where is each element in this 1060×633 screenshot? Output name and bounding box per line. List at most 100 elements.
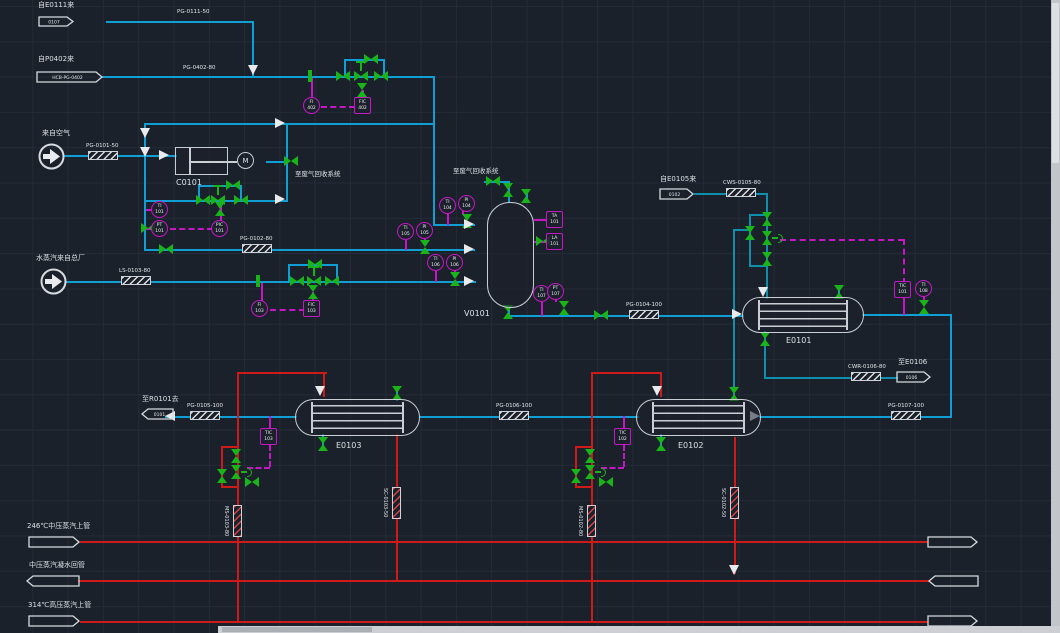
equipment-e0102-body [636,399,761,436]
instrument-number: 101 [155,210,164,215]
valve-icon [559,301,569,315]
steam-pipe-line [221,446,239,448]
offpage-connector: HCB-PG-0402 [36,71,103,83]
pipe-class-hatch-label [891,411,921,420]
process-pipe-line [106,21,253,23]
flow-arrow-icon [275,194,285,204]
valve-icon [450,272,460,286]
vertical-scrollbar-thumb[interactable] [1052,3,1059,163]
instrument-number: 106 [450,263,459,268]
valve-icon [245,477,259,487]
pipe-code-label: PG-0101-50 [86,143,119,149]
instrument-number: 101 [155,229,164,234]
valve-icon [308,259,322,269]
annotation-label: 至废气回收系统 [453,168,499,175]
instrument-number: 402 [358,106,367,111]
instrument-fic-103: FIC103 [303,300,320,317]
connector-label: 自P0402来 [38,56,74,64]
instrument-number: 101 [898,290,907,295]
instrument-number: 106 [431,263,440,268]
equipment-tag-e0102: E0102 [678,441,703,450]
instrument-tap-line [261,283,263,301]
valve-icon [364,54,378,64]
arrow-icon [43,149,60,164]
pipe-code-label: PG-0106-100 [496,403,532,409]
valve-icon [336,71,350,81]
instrument-tic-102: TIC102 [614,428,631,445]
instrument-ta-101: TA101 [546,211,563,228]
compressor-internal-line [189,161,228,163]
connector-outline [29,616,79,626]
process-pipe-line [749,214,751,267]
valve-icon [585,449,595,463]
offpage-connector [28,536,80,548]
flow-arrow-icon [140,128,150,138]
utility-connector-label: 水蒸汽来自总厂 [36,255,85,263]
pipe-class-hatch-label [190,411,220,420]
compressor-shaft-line [228,161,237,163]
valve-icon [374,71,388,81]
equipment-tag-e0103: E0103 [336,441,361,450]
process-pipe-line [165,416,297,418]
signal-dashed-line [321,106,355,108]
pipe-class-hatch-label [726,188,756,197]
equipment-tag-c0101: C0101 [176,178,202,187]
pipe-code-label: PG-0107-100 [888,403,924,409]
valve-icon [594,310,608,320]
valve-icon [290,276,304,286]
instrument-number: 105 [401,232,410,237]
pipe-class-hatch-label [121,276,151,285]
instrument-tap-line [541,302,543,316]
pipe-code-label: CWR-0106-80 [848,364,886,370]
connector-label: 246℃中压蒸汽上管 [27,523,90,531]
pipe-code-label: PG-0104-100 [626,302,662,308]
exchanger-tubesheet-line [402,402,404,433]
instrument-number: 103 [255,309,264,314]
horizontal-scrollbar-thumb[interactable] [222,627,372,632]
steam-pipe-line [221,486,239,488]
exchanger-tubesheet-line [743,402,745,433]
pipe-class-hatch-label [587,505,596,537]
process-pipe-line [433,76,435,226]
instrument-number: 101 [550,220,559,225]
motor-icon: M [237,152,254,169]
offpage-connector [28,615,80,627]
utility-connector-icon [38,143,65,170]
steam-pipe-line [591,372,593,623]
spec-break-icon [256,275,260,287]
valve-icon [486,176,500,186]
offpage-connector: 0101 [141,408,174,420]
pipe-code-label: MS-0102-80 [577,506,583,536]
valve-icon [420,240,430,254]
flow-arrow-icon [729,565,739,575]
signal-dashed-line [269,445,271,467]
instrument-tic-101: TIC101 [894,281,911,298]
pipe-code-label: PG-0111-50 [177,9,210,15]
flow-arrow-icon [315,386,325,396]
control-valve-icon [231,465,241,479]
instrument-tic-103: TIC103 [260,428,277,445]
instrument-number: 108 [919,289,928,294]
instrument-fic-402: FIC402 [354,97,371,114]
pid-canvas[interactable]: PG-0111-50PG-0402-80PG-0101-50PG-0102-80… [0,0,1060,633]
process-pipe-line [419,416,639,418]
valve-icon [357,83,367,97]
instrument-number: 105 [420,231,429,236]
connector-tag: 0107 [48,20,60,26]
steam-pipe-line [80,541,928,543]
connector-label: 中压蒸汽凝水回管 [29,562,85,570]
instrument-fi-402: FI402 [303,97,320,114]
pipe-code-label: MS-0103-80 [223,506,229,536]
pipe-class-hatch-label [499,411,529,420]
utility-connector-label: 来自空气 [42,130,70,138]
flow-arrow-icon [248,65,258,75]
instrument-ti-106: TI106 [427,254,444,271]
pipe-class-hatch-label [233,505,242,537]
signal-dashed-line [780,239,904,241]
valve-icon [308,285,318,299]
steam-pipe-line [591,372,662,374]
instrument-tap-line [435,271,437,282]
valve-icon [745,226,755,240]
pipe-class-hatch-label [851,372,881,381]
connector-label: 自E0111来 [38,2,74,10]
